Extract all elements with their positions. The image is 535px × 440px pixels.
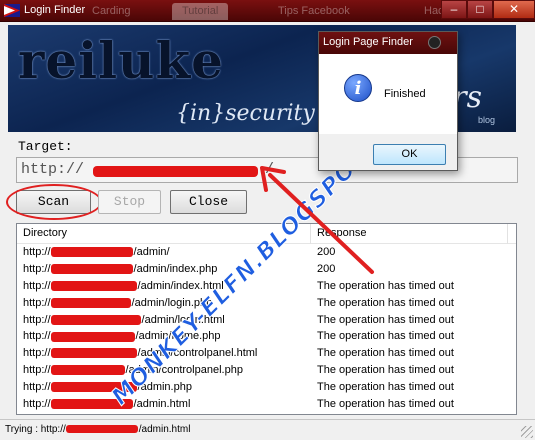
dialog-close-button[interactable] bbox=[428, 36, 441, 49]
dialog-title-bar: Login Page Finder bbox=[319, 32, 457, 54]
info-icon: i bbox=[344, 74, 372, 102]
dialog-title: Login Page Finder bbox=[323, 36, 413, 48]
dialog-message: Finished bbox=[384, 88, 426, 100]
ok-button[interactable]: OK bbox=[373, 144, 446, 165]
dialog-body: i Finished bbox=[319, 54, 457, 134]
message-dialog: Login Page Finder i Finished OK bbox=[318, 31, 458, 171]
